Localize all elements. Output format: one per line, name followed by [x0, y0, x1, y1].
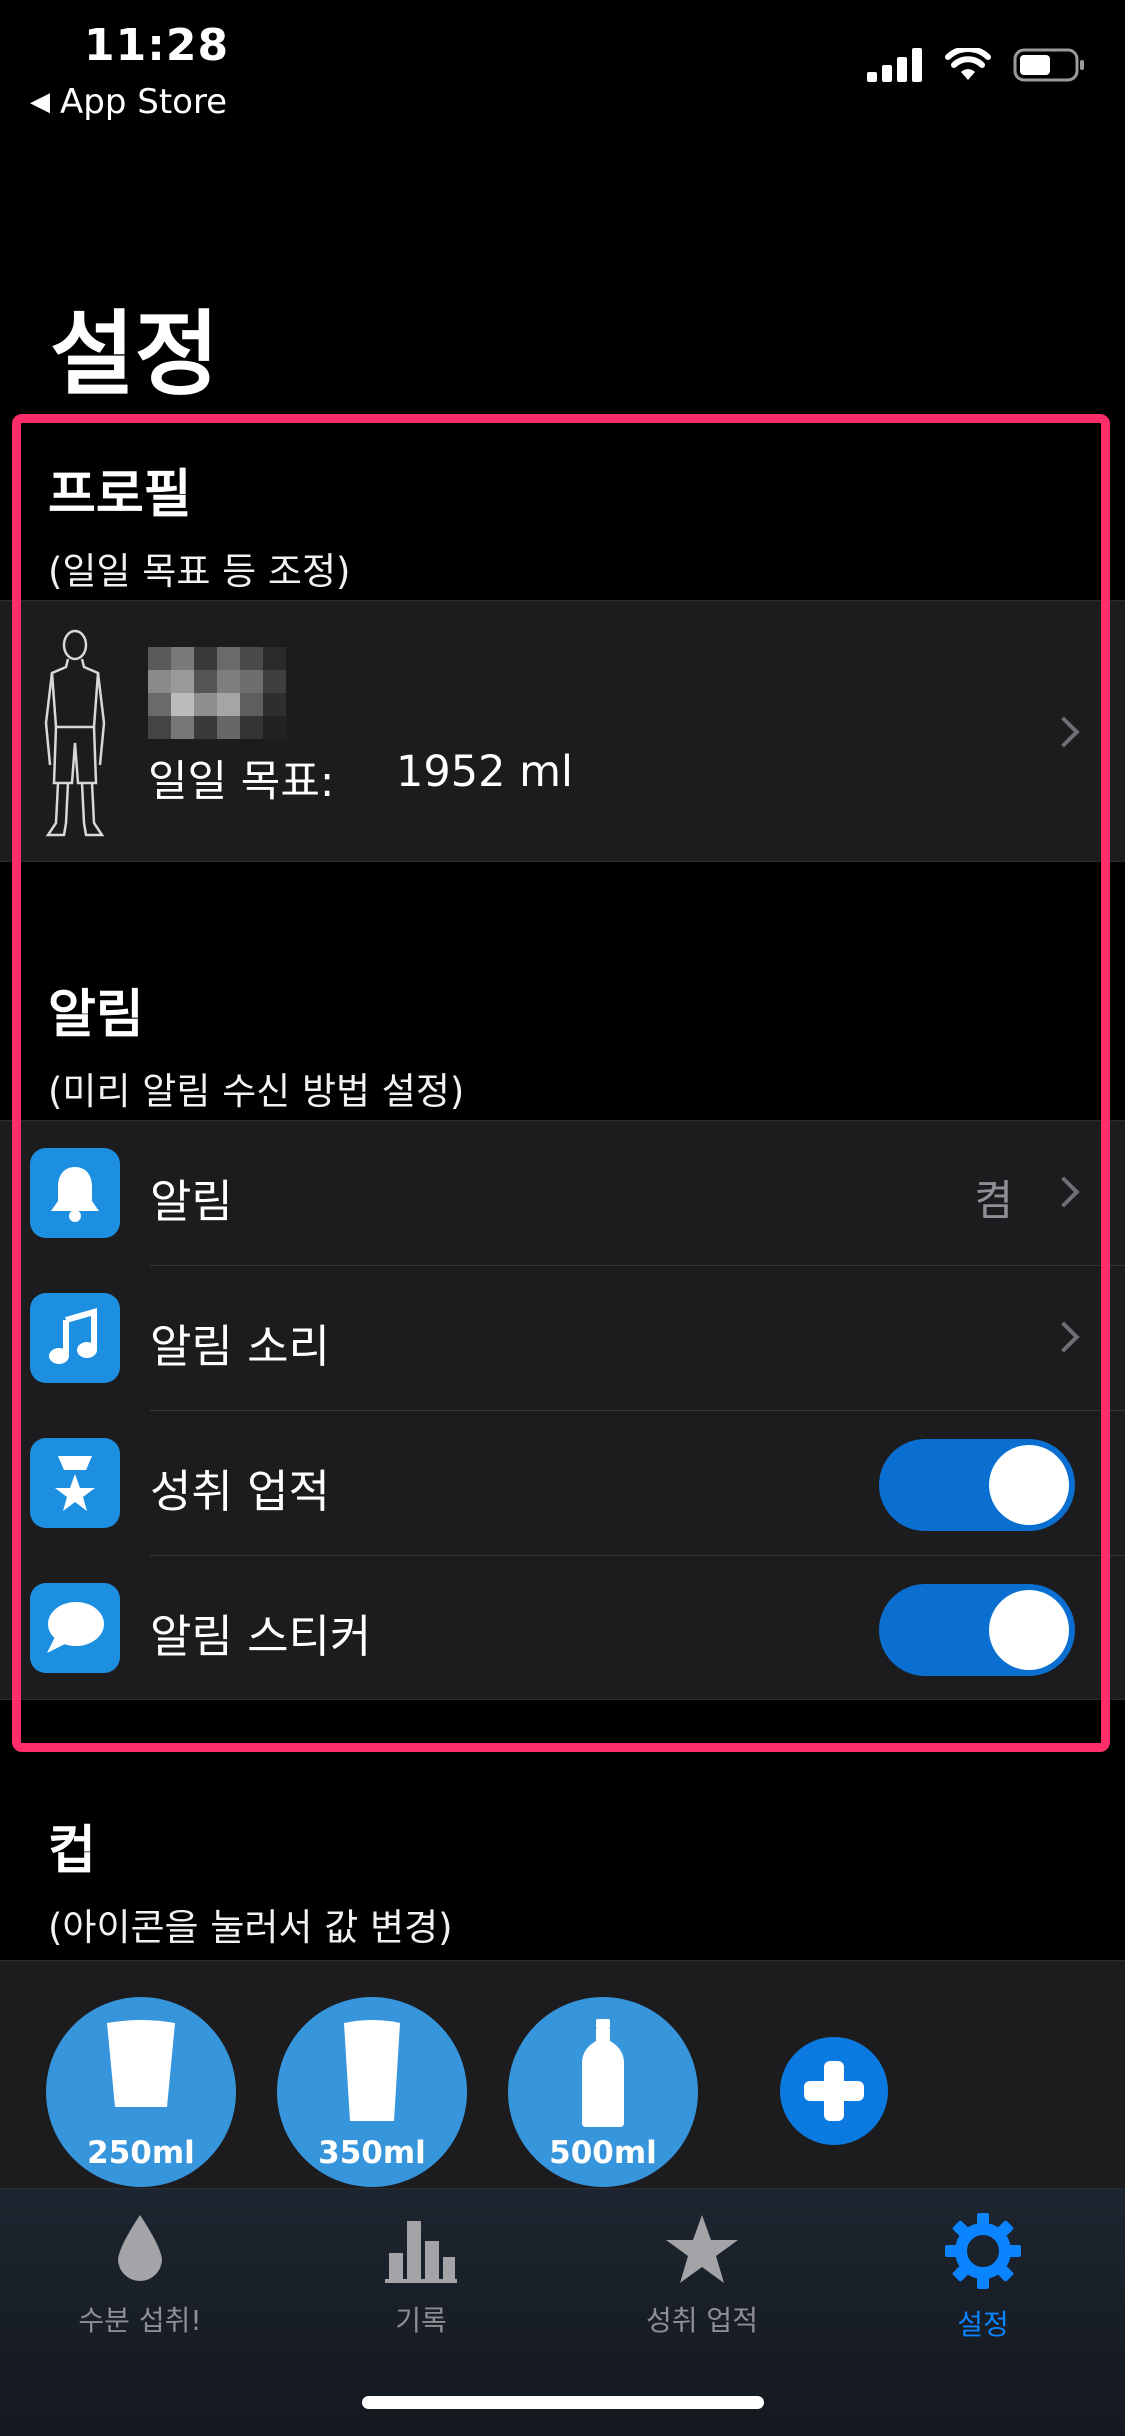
- tab-history[interactable]: 기록: [281, 2213, 561, 2339]
- cup-volume-label: 350ml: [318, 2135, 426, 2171]
- bar-chart-icon: [385, 2221, 457, 2283]
- add-cup-button[interactable]: [780, 2037, 888, 2145]
- cup-250ml-button[interactable]: 250ml: [46, 1997, 236, 2187]
- tab-achievements[interactable]: 성취 업적: [562, 2213, 842, 2339]
- tall-glass-icon: [344, 2020, 400, 2121]
- star-icon: [666, 2215, 738, 2283]
- cup-section-header: 컵 (아이콘을 눌러서 값 변경): [48, 1808, 453, 1951]
- back-app-label: App Store: [60, 82, 228, 122]
- cup-350ml-button[interactable]: 350ml: [277, 1997, 467, 2187]
- battery-icon: [1013, 48, 1084, 82]
- cup-volume-label: 250ml: [87, 2135, 195, 2171]
- cup-section-title: 컵: [48, 1821, 96, 1881]
- water-drop-icon: [118, 2215, 162, 2281]
- cup-list: 250ml 350ml 500ml: [0, 1960, 1125, 2190]
- wifi-icon: [945, 48, 991, 80]
- status-icons: [867, 48, 1085, 82]
- back-triangle-icon: ◀: [30, 87, 50, 117]
- tab-settings[interactable]: 설정: [843, 2213, 1123, 2343]
- cup-volume-label: 500ml: [549, 2135, 657, 2171]
- signal-icon: [867, 48, 922, 82]
- tab-label: 성취 업적: [646, 2304, 758, 2337]
- tab-water-intake[interactable]: 수분 섭취!: [0, 2213, 280, 2339]
- glass-icon: [107, 2020, 175, 2107]
- tab-label: 기록: [395, 2304, 447, 2337]
- status-time: 11:28: [84, 20, 230, 71]
- home-indicator[interactable]: [362, 2396, 764, 2409]
- cup-500ml-button[interactable]: 500ml: [508, 1997, 698, 2187]
- gear-icon: [945, 2213, 1021, 2289]
- tab-label: 수분 섭취!: [78, 2304, 202, 2337]
- bottle-icon: [582, 2019, 624, 2127]
- back-to-app-link[interactable]: ◀ App Store: [30, 82, 227, 122]
- highlight-annotation-box: [12, 414, 1110, 1752]
- cup-section-subtitle: (아이콘을 눌러서 값 변경): [48, 1906, 453, 1949]
- tab-label: 설정: [957, 2308, 1009, 2341]
- plus-icon: [804, 2061, 864, 2121]
- page-title: 설정: [50, 301, 220, 408]
